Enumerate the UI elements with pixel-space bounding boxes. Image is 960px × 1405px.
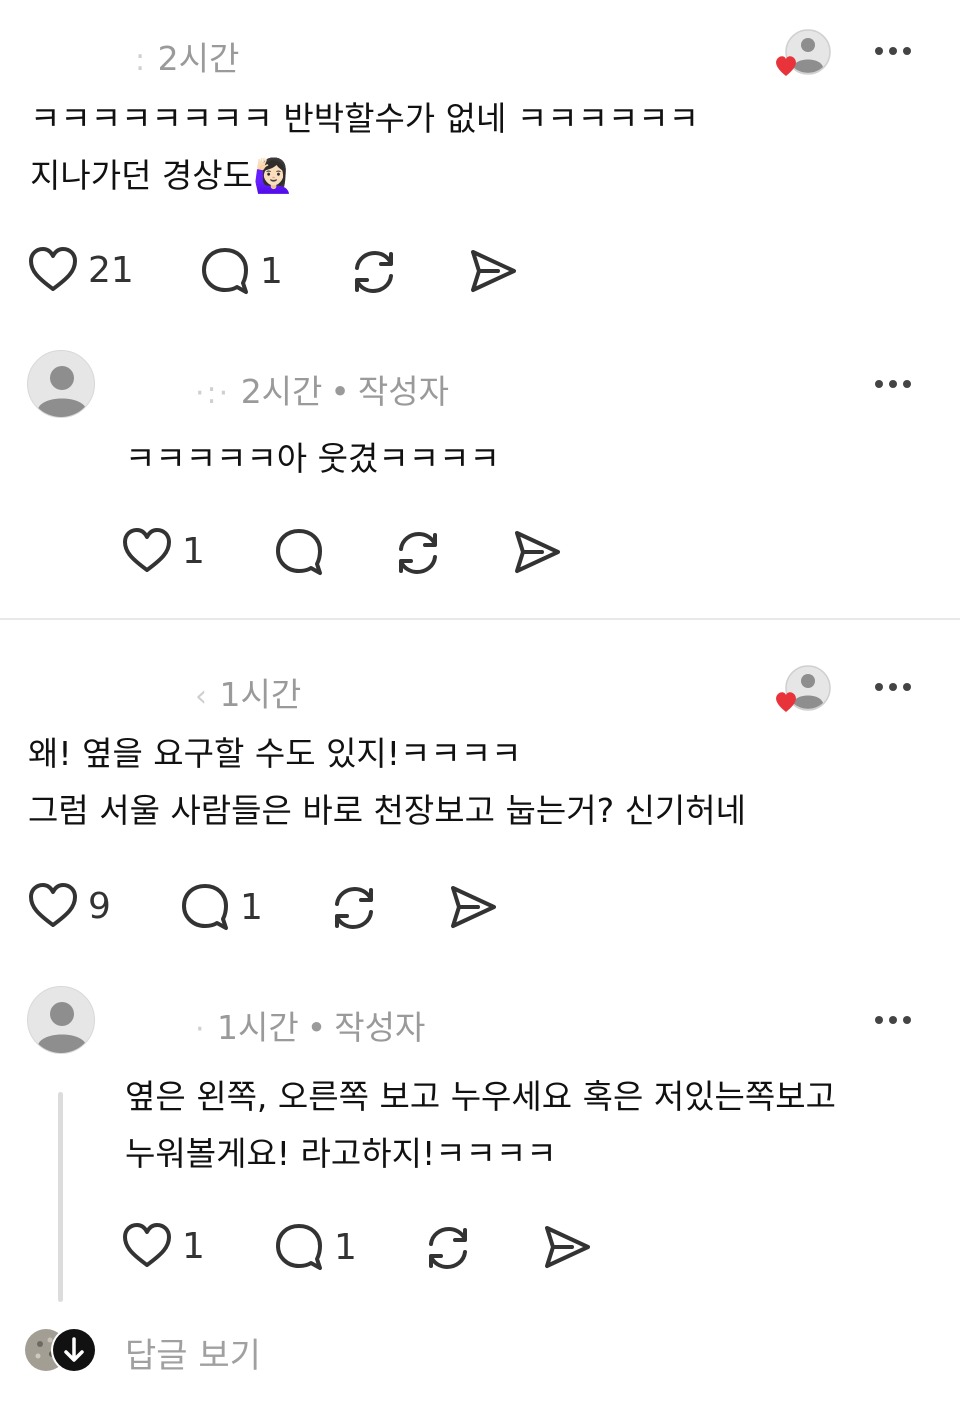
share-icon: [515, 531, 560, 573]
share-button[interactable]: [542, 1222, 592, 1272]
comment-icon: [276, 529, 322, 575]
comment-body: 옆은 왼쪽, 오른쪽 보고 누우세요 혹은 저있는쪽보고 누워볼게요! 라고하지…: [125, 1068, 836, 1182]
comment-line: 왜! 옆을 요구할 수도 있지!ㅋㅋㅋㅋ: [28, 734, 522, 773]
comment-time: 1시간: [217, 1008, 299, 1047]
like-button[interactable]: 1: [122, 527, 205, 575]
repost-button[interactable]: [392, 527, 444, 579]
heart-icon: [776, 56, 796, 76]
comment-line: 누워볼게요! 라고하지!ㅋㅋㅋㅋ: [125, 1134, 557, 1173]
comment-line: ㅋㅋㅋㅋㅋㅋㅋㅋ 반박할수가 없네 ㅋㅋㅋㅋㅋㅋ: [30, 99, 700, 138]
reply-button[interactable]: 1: [180, 882, 263, 932]
heart-icon: [29, 247, 77, 291]
comment-meta: ·:· 2시간 • 작성자: [195, 372, 449, 411]
comment-meta: · 1시간 • 작성자: [195, 1008, 426, 1047]
reply-count: 1: [260, 250, 283, 292]
more-icon: [875, 47, 883, 55]
avatar[interactable]: [27, 350, 95, 418]
comment-line: 옆은 왼쪽, 오른쪽 보고 누우세요 혹은 저있는쪽보고: [125, 1077, 836, 1116]
more-icon: [875, 1016, 883, 1024]
author-badge: 작성자: [357, 372, 449, 411]
view-replies-avatars[interactable]: [22, 1326, 102, 1374]
divider: [0, 618, 960, 620]
author-badge: 작성자: [334, 1008, 426, 1047]
repost-button[interactable]: [328, 882, 380, 934]
comment-body: ㅋㅋㅋㅋㅋ아 웃겼ㅋㅋㅋㅋ: [125, 430, 500, 487]
heart-icon: [123, 528, 171, 572]
avatar-icon: [776, 29, 831, 76]
heart-icon: [776, 692, 796, 712]
comment-icon: [202, 248, 248, 294]
comment-time: 2시간: [157, 39, 240, 78]
liked-by-author-avatar[interactable]: [774, 664, 832, 716]
repost-button[interactable]: [422, 1222, 474, 1274]
share-icon: [451, 886, 496, 928]
comment-icon: [276, 1224, 322, 1270]
reply-button[interactable]: 1: [200, 246, 283, 296]
repost-icon: [335, 886, 373, 930]
reply-button[interactable]: 1: [274, 1222, 357, 1272]
author-name[interactable]: ·: [195, 1012, 207, 1047]
avatar[interactable]: [27, 986, 95, 1054]
comment-meta: ‹ 1시간: [195, 668, 301, 716]
avatar-icon: [776, 665, 831, 712]
comment-time: 1시간: [219, 675, 302, 714]
repost-button[interactable]: [348, 246, 400, 298]
like-button[interactable]: 9: [28, 882, 111, 930]
comment-line: ㅋㅋㅋㅋㅋ아 웃겼ㅋㅋㅋㅋ: [125, 439, 500, 478]
like-button[interactable]: 1: [122, 1222, 205, 1270]
share-icon: [471, 250, 516, 292]
share-button[interactable]: [512, 527, 562, 577]
more-options-button[interactable]: [869, 374, 917, 394]
reply-button[interactable]: [274, 527, 334, 577]
like-count: 9: [88, 885, 111, 927]
like-button[interactable]: 21: [28, 246, 134, 294]
more-options-button[interactable]: [869, 1010, 917, 1030]
share-button[interactable]: [468, 246, 518, 296]
action-bar: 21 1: [28, 246, 548, 298]
like-count: 21: [88, 249, 134, 291]
comment-line: 지나가던 경상도🙋🏻‍♀️: [30, 156, 295, 195]
author-name[interactable]: :: [135, 43, 147, 78]
like-count: 1: [182, 530, 205, 572]
comment-meta: : 2시간: [135, 32, 239, 80]
avatar-icon: [38, 1002, 86, 1053]
heart-icon: [29, 883, 77, 927]
thread-line: [58, 1092, 63, 1302]
comment-icon: [182, 884, 228, 930]
repost-icon: [355, 250, 393, 294]
author-name[interactable]: ·:·: [195, 376, 230, 411]
more-icon: [875, 380, 883, 388]
author-name[interactable]: ‹: [195, 679, 209, 714]
more-options-button[interactable]: [869, 677, 917, 697]
action-bar: 1 1: [122, 1222, 602, 1274]
view-replies-link[interactable]: 답글 보기: [125, 1328, 261, 1377]
heart-icon: [123, 1223, 171, 1267]
action-bar: 9 1: [28, 882, 528, 934]
repost-icon: [399, 531, 437, 575]
share-button[interactable]: [448, 882, 498, 932]
more-options-button[interactable]: [869, 41, 917, 61]
reply-count: 1: [334, 1226, 357, 1268]
comment-line: 그럼 서울 사람들은 바로 천장보고 눕는거? 신기허네: [28, 791, 747, 830]
reply-count: 1: [240, 886, 263, 928]
more-icon: [875, 683, 883, 691]
repost-icon: [429, 1226, 467, 1270]
avatar-icon: [38, 366, 86, 417]
thread-comments: : 2시간 ㅋㅋㅋㅋㅋㅋㅋㅋ 반박할수가 없네 ㅋㅋㅋㅋㅋㅋ 지나가던 경상도🙋…: [0, 0, 960, 1405]
share-icon: [545, 1226, 590, 1268]
comment-body: ㅋㅋㅋㅋㅋㅋㅋㅋ 반박할수가 없네 ㅋㅋㅋㅋㅋㅋ 지나가던 경상도🙋🏻‍♀️: [30, 90, 699, 204]
action-bar: 1: [122, 527, 582, 579]
liked-by-author-avatar[interactable]: [774, 28, 832, 80]
like-count: 1: [182, 1225, 205, 1267]
comment-time: 2시간: [240, 372, 323, 411]
comment-body: 왜! 옆을 요구할 수도 있지!ㅋㅋㅋㅋ 그럼 서울 사람들은 바로 천장보고 …: [28, 725, 746, 839]
